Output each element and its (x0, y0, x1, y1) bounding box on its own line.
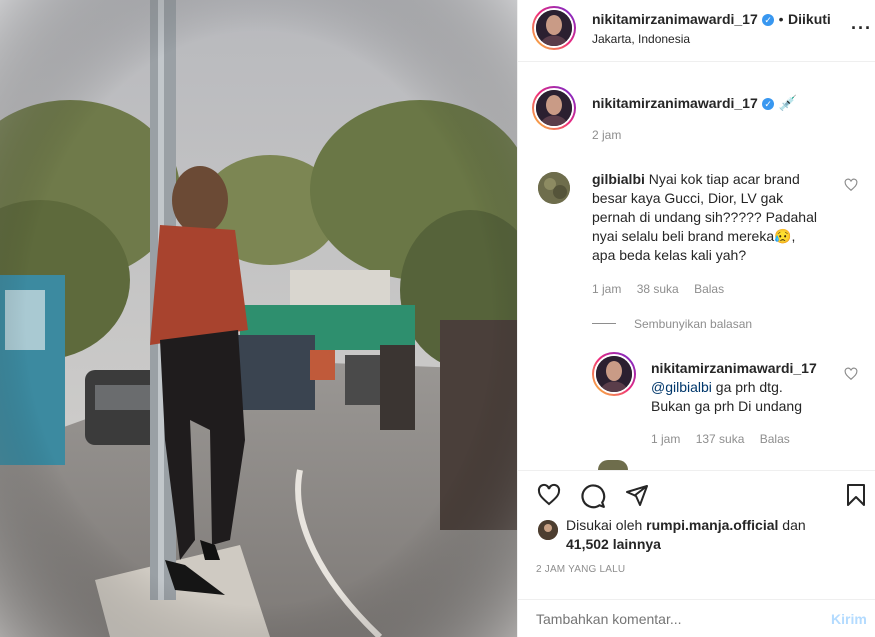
likes-summary: Disukai oleh rumpi.manja.official dan 41… (566, 516, 866, 554)
post-timestamp[interactable]: 2 JAM YANG LALU (536, 564, 625, 575)
header-username[interactable]: nikitamirzanimawardi_17 (592, 11, 758, 27)
avatar[interactable] (534, 8, 574, 48)
comment-text-line: apa beda kelas kali yah? (592, 247, 747, 263)
comment-input[interactable] (536, 608, 806, 630)
post-comment-button[interactable]: Kirim (831, 611, 867, 627)
follow-status-button[interactable]: Diikuti (788, 11, 831, 27)
reply-username[interactable]: nikitamirzanimawardi_17 (651, 359, 846, 378)
caption-text: 💉 (778, 95, 798, 112)
more-dots-icon[interactable]: ··· (851, 18, 872, 39)
hide-replies-line (592, 323, 616, 324)
comment-text-line: pernah di undang sih????? Padahal (592, 209, 817, 225)
post-header: nikitamirzanimawardi_17 ✓ • Diikuti Jaka… (518, 0, 875, 62)
comment-reply-button[interactable]: Balas (694, 282, 724, 296)
add-comment-bar: Kirim (518, 599, 875, 637)
reply-avatar[interactable] (594, 354, 634, 394)
liker-avatar[interactable] (538, 520, 558, 540)
reply-mention-link[interactable]: @gilbialbi (651, 379, 712, 395)
separator-dot: • (778, 11, 784, 27)
likes-count[interactable]: 41,502 lainnya (566, 536, 661, 552)
reply-reply-button[interactable]: Balas (760, 432, 790, 446)
reply-text: Bukan ga prh Di undang (651, 398, 802, 414)
reply-time[interactable]: 1 jam (651, 432, 680, 446)
comment-text-line: nyai selalu beli brand mereka😥, (592, 228, 796, 244)
comment-time[interactable]: 1 jam (592, 282, 621, 296)
comment-username[interactable]: gilbialbi (592, 171, 645, 187)
reply-likes[interactable]: 137 suka (696, 432, 745, 446)
next-comment-avatar (598, 460, 628, 470)
comment-like-heart-icon[interactable] (844, 178, 858, 192)
comment-text-line: Nyai kok tiap acar brand (648, 171, 800, 187)
reply-like-heart-icon[interactable] (844, 367, 858, 381)
reply-meta: 1 jam 137 suka Balas (651, 432, 790, 446)
hide-replies-button[interactable]: Sembunyikan balasan (634, 317, 752, 331)
caption-time[interactable]: 2 jam (592, 128, 621, 142)
comment-icon[interactable] (580, 483, 606, 509)
verified-badge-icon: ✓ (762, 13, 775, 26)
verified-badge-icon: ✓ (762, 97, 775, 110)
header-location[interactable]: Jakarta, Indonesia (592, 32, 690, 46)
likes-mid: dan (778, 517, 806, 533)
action-bar (518, 470, 875, 509)
heart-icon[interactable] (536, 483, 562, 507)
comment-text-line: besar kaya Gucci, Dior, LV gak (592, 190, 784, 206)
liker-username[interactable]: rumpi.manja.official (646, 517, 778, 533)
caption-row: nikitamirzanimawardi_17 ✓ 💉 (592, 94, 797, 113)
reply-text: ga prh dtg. (711, 379, 783, 395)
bookmark-icon[interactable] (844, 482, 868, 508)
comment-meta: 1 jam 38 suka Balas (592, 282, 724, 296)
share-icon[interactable] (624, 483, 650, 507)
street-photo-illustration (0, 0, 517, 637)
comment-avatar[interactable] (538, 172, 570, 204)
likes-prefix: Disukai oleh (566, 517, 647, 533)
header-user-row: nikitamirzanimawardi_17 ✓ • Diikuti (592, 11, 831, 29)
comment-body: gilbialbi Nyai kok tiap acar brand besar… (592, 170, 842, 265)
caption-avatar[interactable] (534, 88, 574, 128)
post-details-panel: nikitamirzanimawardi_17 ✓ • Diikuti Jaka… (517, 0, 875, 637)
post-photo[interactable] (0, 0, 517, 637)
reply-body: nikitamirzanimawardi_17 @gilbialbi ga pr… (651, 359, 846, 416)
caption-username[interactable]: nikitamirzanimawardi_17 (592, 95, 758, 111)
comment-likes[interactable]: 38 suka (637, 282, 679, 296)
